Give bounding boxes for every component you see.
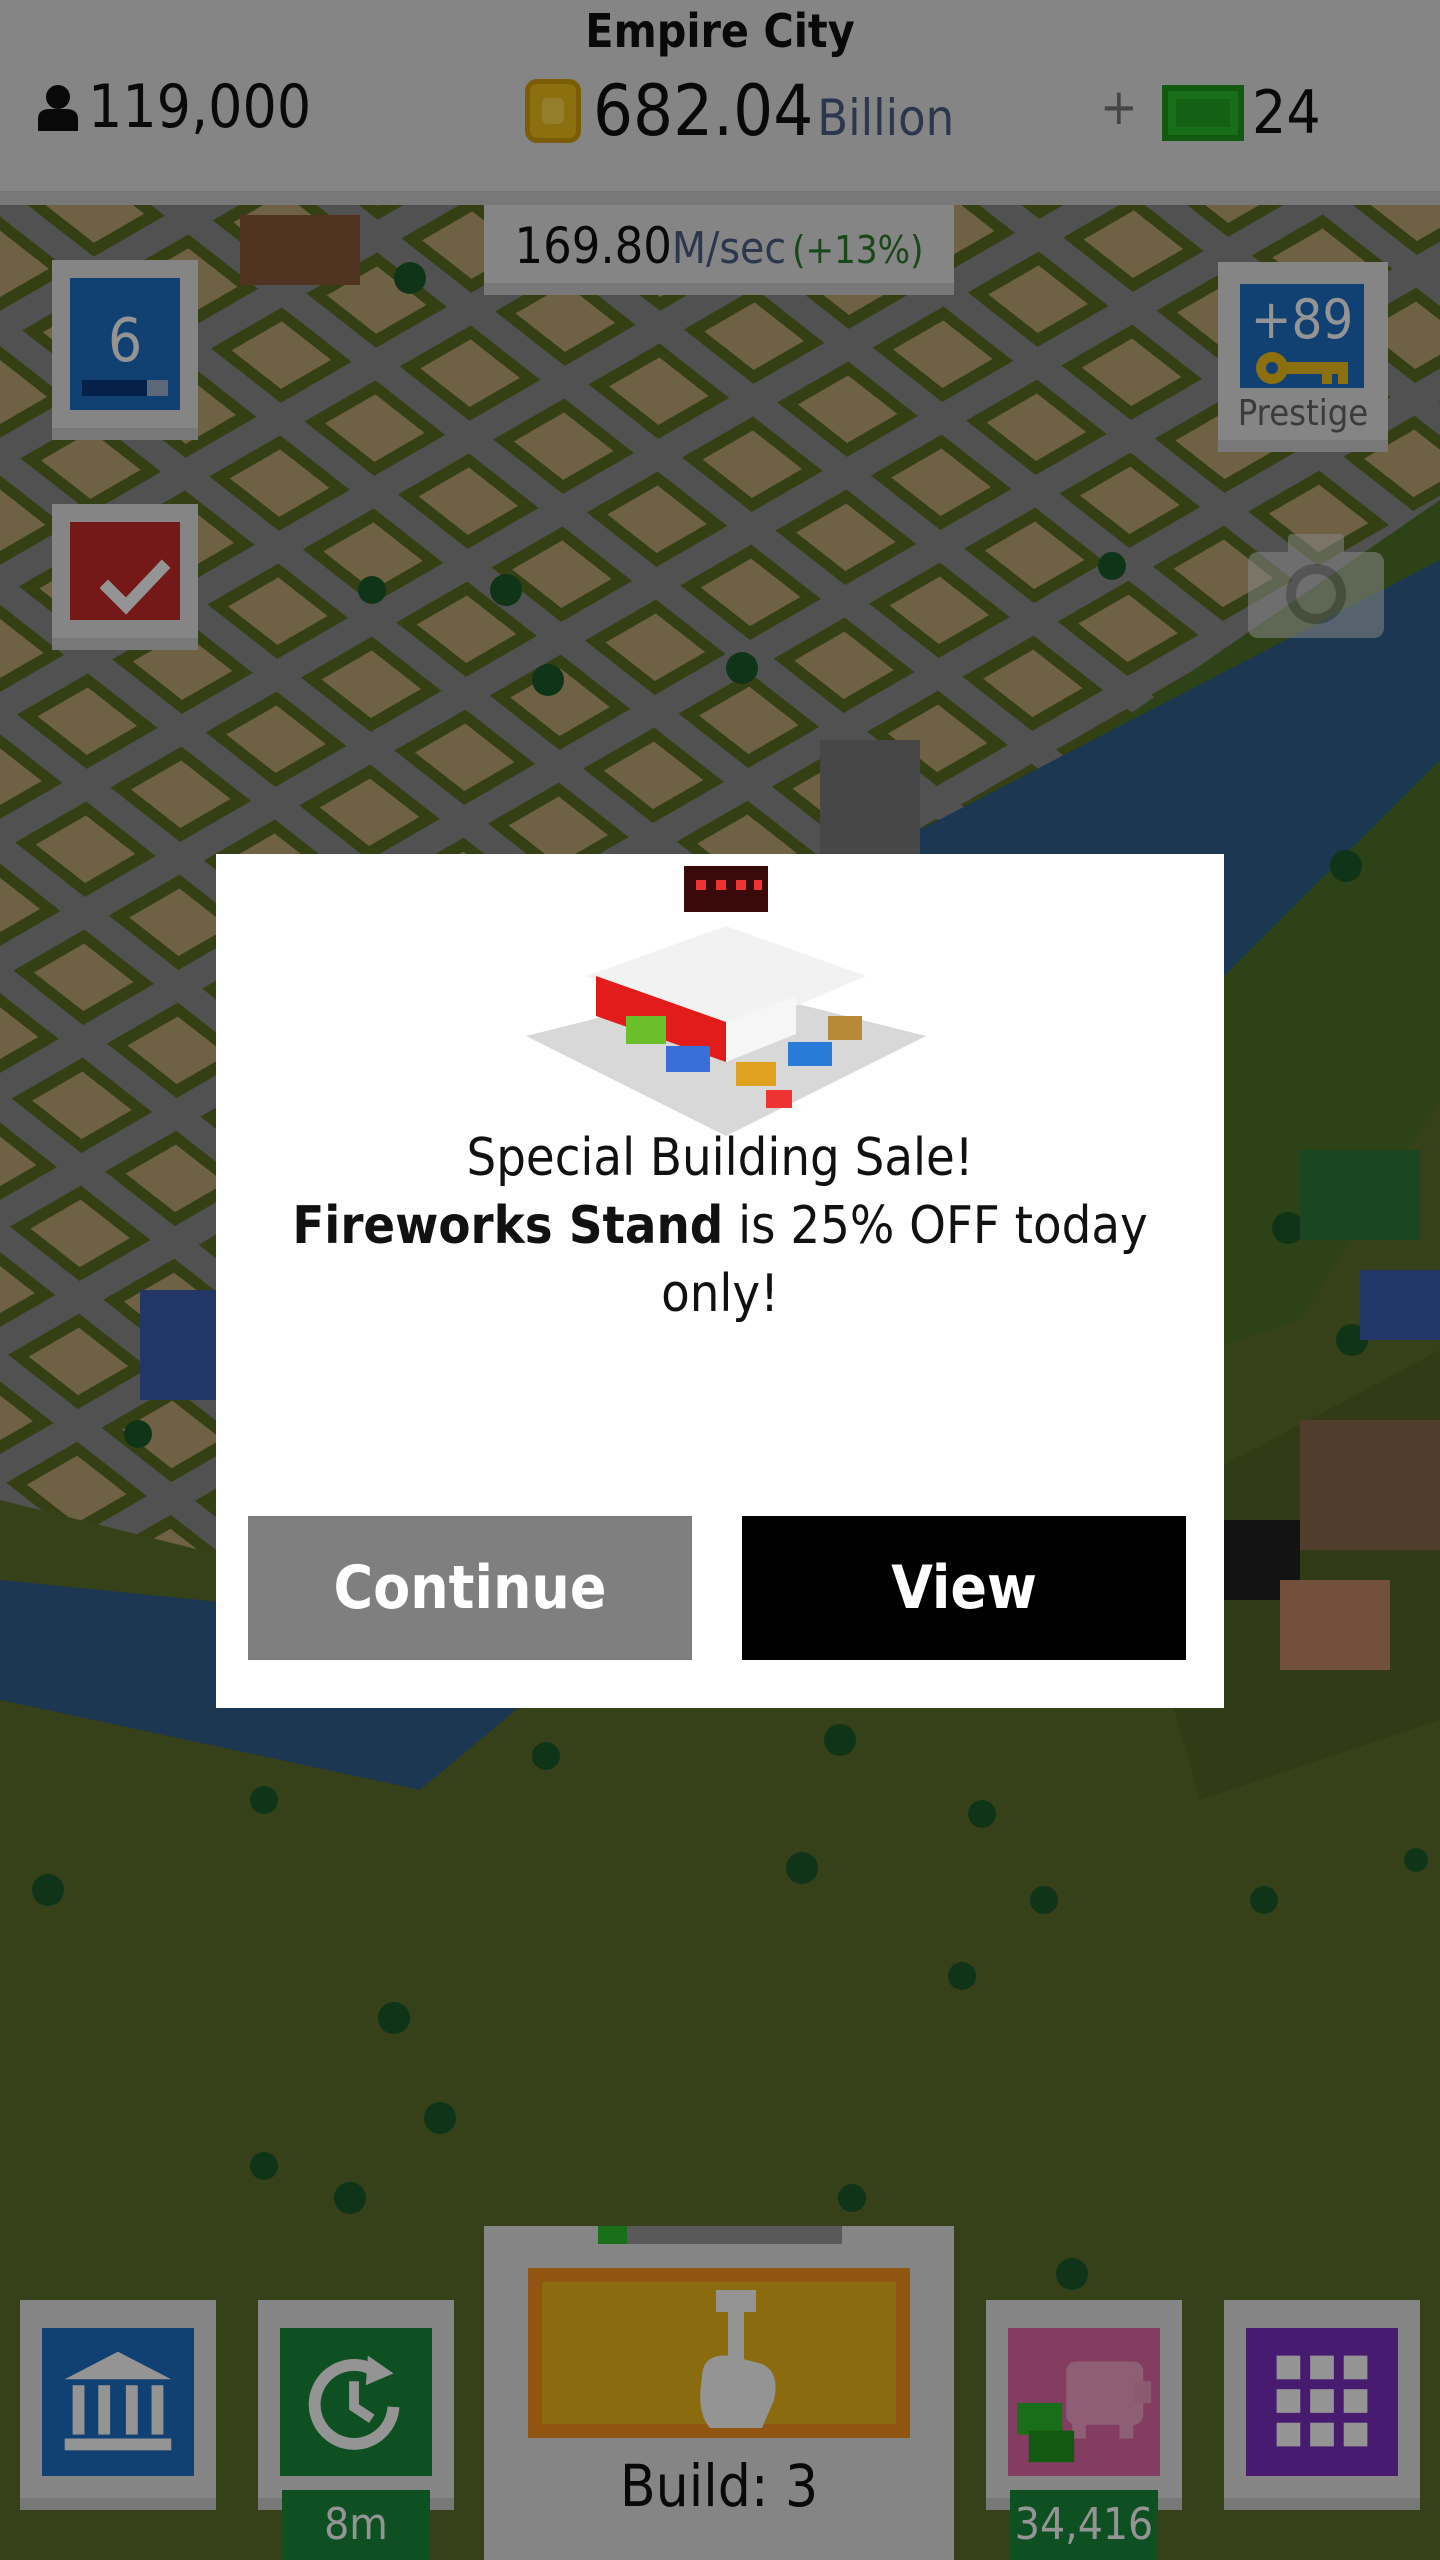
view-button[interactable]: View	[742, 1516, 1186, 1660]
sale-headline: Special Building Sale!	[466, 1128, 974, 1188]
continue-button[interactable]: Continue	[248, 1516, 692, 1660]
sale-discount-text: is 25% OFF today only!	[661, 1196, 1148, 1324]
sale-dialog: Special Building Sale! Fireworks Stand i…	[216, 854, 1224, 1708]
sale-message: Special Building Sale! Fireworks Stand i…	[276, 1124, 1164, 1328]
sale-details: Fireworks Stand is 25% OFF today only!	[276, 1192, 1164, 1328]
fireworks-stand-image	[526, 866, 926, 1136]
sale-building-name: Fireworks Stand	[292, 1196, 724, 1256]
